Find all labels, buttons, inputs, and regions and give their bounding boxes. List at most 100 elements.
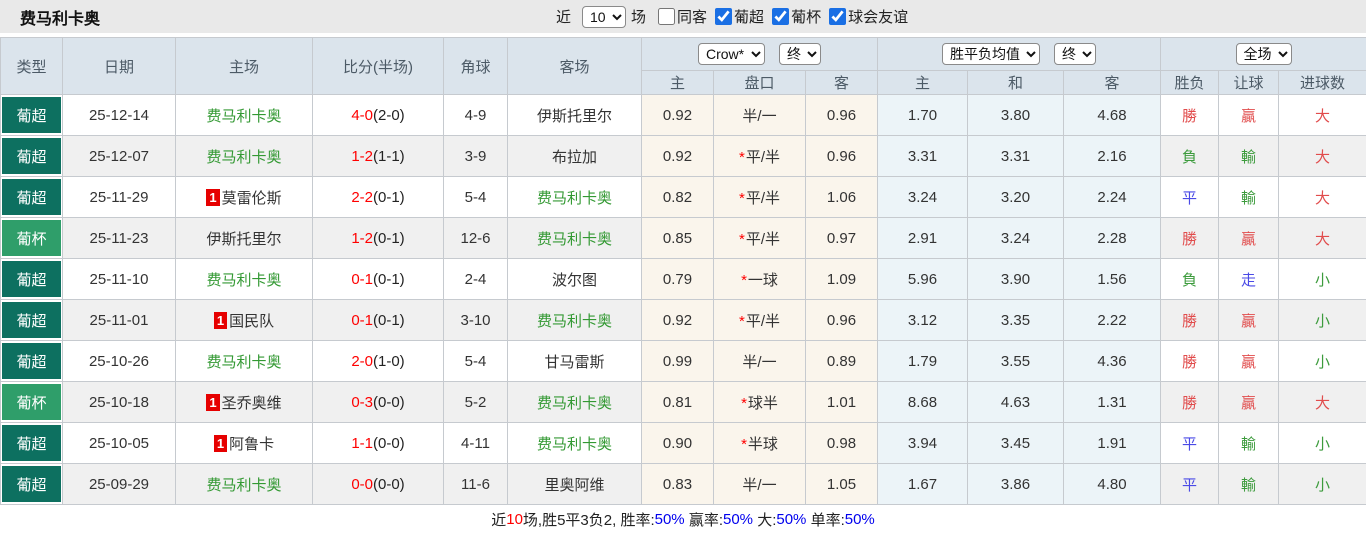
col-header-score: 比分(半场) <box>312 37 444 95</box>
recent-label: 近 <box>556 9 572 26</box>
away-team[interactable]: 波尔图 <box>507 258 642 300</box>
match-score[interactable]: 0-0(0-0) <box>312 463 444 505</box>
handicap-line: 半/一 <box>713 463 806 505</box>
league-filter-label: 球会友谊 <box>848 9 909 26</box>
footer-stat-segment: 50% <box>776 510 807 528</box>
match-date: 25-11-01 <box>62 299 176 341</box>
corner-count: 5-4 <box>443 176 508 218</box>
result-goals: 小 <box>1278 422 1366 464</box>
odds-time-select[interactable]: 终 <box>779 43 821 65</box>
home-team[interactable]: 费马利卡奥 <box>175 135 313 177</box>
away-team[interactable]: 伊斯托里尔 <box>507 94 642 136</box>
league-filter-checkbox[interactable] <box>829 8 847 25</box>
mean-draw-odds: 3.55 <box>967 340 1065 382</box>
competition-badge: 葡超 <box>0 340 63 382</box>
home-odds: 0.99 <box>641 340 714 382</box>
scope-select[interactable]: 全场 <box>1235 43 1292 65</box>
away-team[interactable]: 费马利卡奥 <box>507 299 642 341</box>
competition-badge: 葡超 <box>0 135 63 177</box>
match-score[interactable]: 1-2(1-1) <box>312 135 444 177</box>
home-odds: 0.85 <box>641 217 714 259</box>
mean-draw-odds: 3.45 <box>967 422 1065 464</box>
home-team[interactable]: 费马利卡奥 <box>175 340 313 382</box>
home-odds: 0.92 <box>641 299 714 341</box>
result-wdl: 勝 <box>1160 217 1220 259</box>
home-team[interactable]: 1 莫雷伦斯 <box>175 176 313 218</box>
mean-home-odds: 1.67 <box>877 463 969 505</box>
home-odds: 0.92 <box>641 94 714 136</box>
handicap-line: *平/半 <box>713 217 806 259</box>
table-row: 葡超 25-11-10 费马利卡奥 0-1(0-1) 2-4 波尔图 0.79 *一球 1.09… <box>0 258 1366 300</box>
away-team[interactable]: 里奥阿维 <box>507 463 642 505</box>
sub-header-home-odds: 主 <box>641 70 714 95</box>
result-handicap: 輸 <box>1218 463 1280 505</box>
away-team[interactable]: 费马利卡奥 <box>507 176 642 218</box>
corner-count: 2-4 <box>443 258 508 300</box>
mean-draw-odds: 3.86 <box>967 463 1065 505</box>
sub-header-result: 胜负 <box>1160 70 1220 95</box>
match-score[interactable]: 1-1(0-0) <box>312 422 444 464</box>
home-team[interactable]: 1 国民队 <box>175 299 313 341</box>
match-score[interactable]: 2-0(1-0) <box>312 340 444 382</box>
competition-badge: 葡超 <box>0 422 63 464</box>
home-team[interactable]: 1 阿鲁卡 <box>175 422 313 464</box>
result-handicap: 贏 <box>1218 217 1280 259</box>
handicap-line: *半球 <box>713 422 806 464</box>
table-row: 葡超 25-11-29 1 莫雷伦斯 2-2(0-1) 5-4 费马利卡奥 0.82 *平/半 1… <box>0 176 1366 218</box>
mean-time-select[interactable]: 终 <box>1054 43 1097 65</box>
sub-header-handicap-result: 让球 <box>1218 70 1280 95</box>
odds-company-select[interactable]: Crow* <box>698 43 765 65</box>
mean-home-odds: 3.94 <box>877 422 969 464</box>
sub-header-mean-home: 主 <box>877 70 969 95</box>
mean-draw-odds: 3.24 <box>967 217 1065 259</box>
home-team[interactable]: 1 圣乔奥维 <box>175 381 313 423</box>
footer-stat-segment: 50% <box>723 510 754 528</box>
league-filter-group: 葡超 葡杯 球会友谊 <box>707 6 908 27</box>
footer-stat-segment: 赢率: <box>684 511 723 529</box>
match-score[interactable]: 0-1(0-1) <box>312 299 444 341</box>
home-team[interactable]: 费马利卡奥 <box>175 258 313 300</box>
mean-home-odds: 3.12 <box>877 299 969 341</box>
home-odds: 0.81 <box>641 381 714 423</box>
away-team[interactable]: 甘马雷斯 <box>507 340 642 382</box>
mean-home-odds: 1.79 <box>877 340 969 382</box>
match-score[interactable]: 0-1(0-1) <box>312 258 444 300</box>
col-header-home: 主场 <box>175 37 313 95</box>
home-odds: 0.92 <box>641 135 714 177</box>
away-team[interactable]: 费马利卡奥 <box>507 422 642 464</box>
away-odds: 0.97 <box>804 217 879 259</box>
corner-count: 5-4 <box>443 340 508 382</box>
match-history-table: 类型 日期 主场 比分(半场) 角球 客场 Crow* 终 胜平负均值 终 全场 <box>0 37 1366 505</box>
mean-draw-odds: 4.63 <box>967 381 1065 423</box>
match-date: 25-10-26 <box>62 340 176 382</box>
league-filter-label: 葡超 <box>734 9 765 26</box>
result-handicap: 贏 <box>1218 340 1280 382</box>
away-team[interactable]: 布拉加 <box>507 135 642 177</box>
handicap-line: *球半 <box>713 381 806 423</box>
home-team[interactable]: 伊斯托里尔 <box>175 217 313 259</box>
mean-home-odds: 3.24 <box>877 176 969 218</box>
away-team[interactable]: 费马利卡奥 <box>507 381 642 423</box>
stats-footer: 近 10 场,胜5平3负2, 胜率: 50% 赢率: 50% 大: 50% 单率: 50% <box>0 505 1366 533</box>
recent-count-select[interactable]: 10 <box>582 5 627 28</box>
mean-type-select[interactable]: 胜平负均值 <box>942 43 1041 65</box>
home-team[interactable]: 费马利卡奥 <box>175 463 313 505</box>
result-goals: 小 <box>1278 463 1366 505</box>
result-wdl: 平 <box>1160 176 1220 218</box>
match-date: 25-12-07 <box>62 135 176 177</box>
scope-group-header: 全场 <box>1160 37 1366 71</box>
page-title: 费马利卡奥 <box>20 10 101 28</box>
competition-badge: 葡超 <box>0 463 63 505</box>
mean-away-odds: 1.91 <box>1063 422 1162 464</box>
league-filter-checkbox[interactable] <box>772 8 790 25</box>
match-score[interactable]: 1-2(0-1) <box>312 217 444 259</box>
home-team[interactable]: 费马利卡奥 <box>175 94 313 136</box>
match-score[interactable]: 4-0(2-0) <box>312 94 444 136</box>
rank-badge: 1 <box>206 188 220 206</box>
match-score[interactable]: 0-3(0-0) <box>312 381 444 423</box>
same-away-checkbox[interactable] <box>658 8 676 25</box>
away-team[interactable]: 费马利卡奥 <box>507 217 642 259</box>
league-filter-checkbox[interactable] <box>715 8 733 25</box>
away-odds: 0.96 <box>804 135 879 177</box>
match-score[interactable]: 2-2(0-1) <box>312 176 444 218</box>
